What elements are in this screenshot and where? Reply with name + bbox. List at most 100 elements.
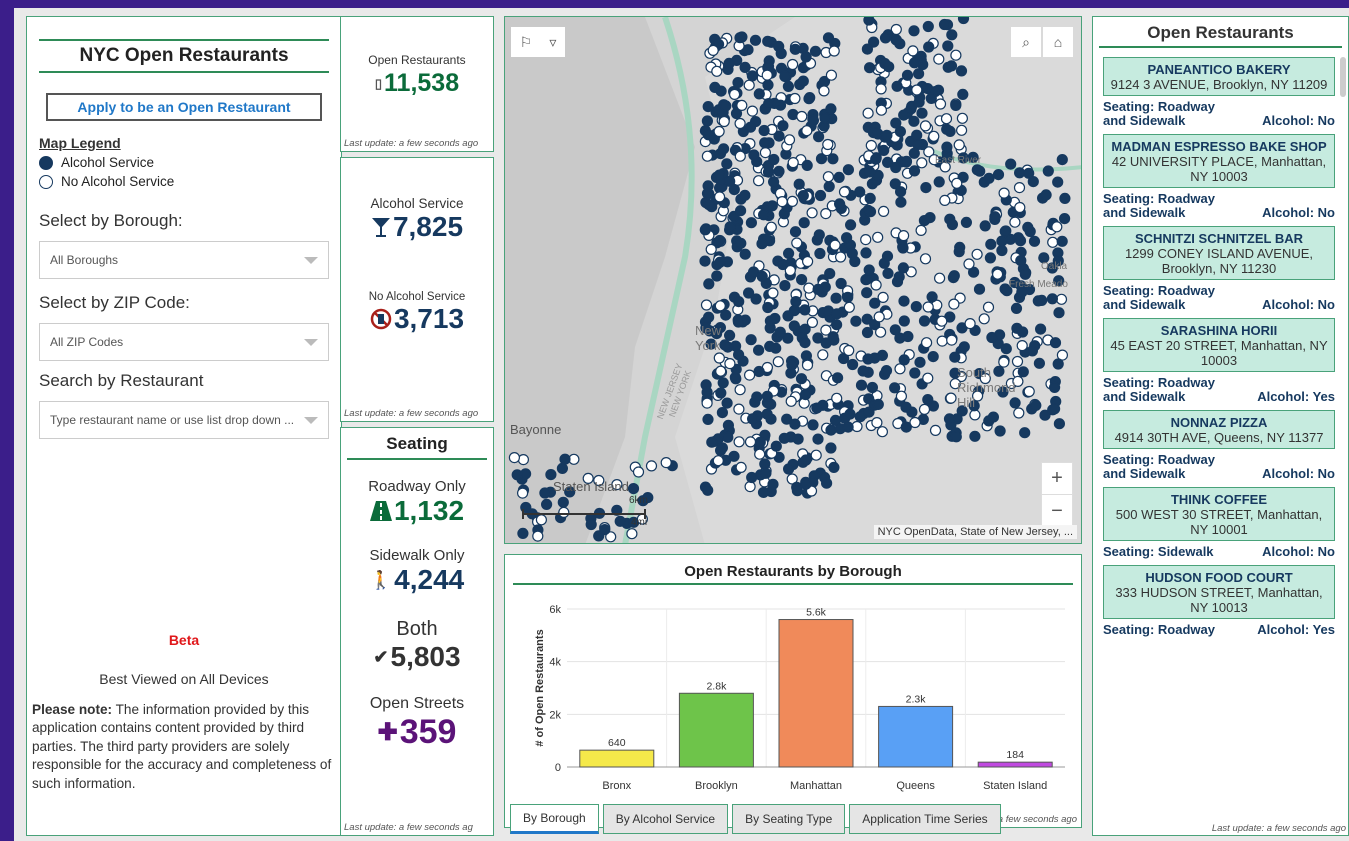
alcohol-marker[interactable] [908,147,920,159]
no-alcohol-marker[interactable] [753,175,765,187]
alcohol-marker[interactable] [750,293,762,305]
alcohol-marker[interactable] [1048,381,1061,393]
no-alcohol-marker[interactable] [829,239,841,251]
no-alcohol-marker[interactable] [873,311,885,323]
list-item[interactable]: SCHNITZI SCHNITZEL BAR 1299 CONEY ISLAND … [1103,226,1335,318]
alcohol-marker[interactable] [721,397,733,409]
no-alcohol-marker[interactable] [838,186,851,198]
no-alcohol-marker[interactable] [919,120,932,132]
alcohol-marker[interactable] [1046,293,1059,305]
no-alcohol-marker[interactable] [767,287,779,299]
alcohol-marker[interactable] [895,196,907,208]
alcohol-marker[interactable] [933,176,945,188]
map-view[interactable]: Bayonne Staten Island East River Fresh M… [504,16,1082,544]
no-alcohol-marker[interactable] [928,130,940,142]
alcohol-marker[interactable] [779,70,791,83]
alcohol-marker[interactable] [800,478,812,490]
no-alcohol-marker[interactable] [714,300,726,312]
map-canvas[interactable] [505,17,1082,544]
alcohol-marker[interactable] [1013,167,1026,179]
no-alcohol-marker[interactable] [736,99,748,112]
alcohol-marker[interactable] [807,419,819,431]
alcohol-marker[interactable] [914,356,926,368]
no-alcohol-marker[interactable] [761,69,773,81]
alcohol-marker[interactable] [1053,418,1066,430]
alcohol-marker[interactable] [782,80,794,93]
alcohol-marker[interactable] [878,144,890,156]
alcohol-marker[interactable] [1005,158,1017,170]
alcohol-marker[interactable] [957,88,969,101]
alcohol-marker[interactable] [890,34,902,46]
no-alcohol-marker[interactable] [982,301,995,313]
alcohol-marker[interactable] [941,141,953,153]
alcohol-marker[interactable] [760,467,772,479]
alcohol-marker[interactable] [999,225,1011,237]
no-alcohol-marker[interactable] [724,358,736,370]
alcohol-marker[interactable] [900,401,912,413]
alcohol-marker[interactable] [745,334,757,346]
no-alcohol-marker[interactable] [825,69,837,81]
alcohol-marker[interactable] [786,359,798,371]
alcohol-marker[interactable] [746,471,758,484]
no-alcohol-marker[interactable] [919,253,932,265]
alcohol-marker[interactable] [720,309,732,321]
no-alcohol-marker[interactable] [801,359,814,371]
no-alcohol-marker[interactable] [922,301,934,313]
no-alcohol-marker[interactable] [713,125,725,138]
alcohol-marker[interactable] [883,61,895,73]
no-alcohol-marker[interactable] [733,403,745,415]
alcohol-marker[interactable] [783,463,795,475]
alcohol-marker[interactable] [733,296,745,308]
alcohol-marker[interactable] [864,206,877,218]
alcohol-marker[interactable] [762,35,774,47]
no-alcohol-marker[interactable] [718,115,730,128]
alcohol-marker[interactable] [880,365,893,377]
alcohol-marker[interactable] [900,156,912,168]
no-alcohol-marker[interactable] [956,112,968,124]
alcohol-marker[interactable] [897,262,909,274]
no-alcohol-marker[interactable] [517,454,529,466]
no-alcohol-marker[interactable] [872,231,884,243]
alcohol-marker[interactable] [908,165,921,177]
alcohol-marker[interactable] [711,270,723,282]
apply-button[interactable]: Apply to be an Open Restaurant [46,93,322,121]
alcohol-marker[interactable] [790,296,802,308]
alcohol-marker[interactable] [946,29,958,41]
alcohol-marker[interactable] [828,461,840,473]
home-button[interactable]: ⌂ [1043,27,1073,57]
alcohol-marker[interactable] [703,199,715,211]
no-alcohol-marker[interactable] [734,117,746,130]
alcohol-marker[interactable] [800,454,812,466]
alcohol-marker[interactable] [753,365,765,378]
no-alcohol-marker[interactable] [822,171,834,183]
alcohol-marker[interactable] [881,129,893,141]
restaurant-search-input[interactable]: Type restaurant name or use list drop do… [39,401,329,439]
zip-select[interactable]: All ZIP Codes [39,323,329,361]
no-alcohol-marker[interactable] [953,139,965,151]
no-alcohol-marker[interactable] [936,335,948,347]
alcohol-marker[interactable] [517,527,529,540]
alcohol-marker[interactable] [812,283,824,295]
alcohol-marker[interactable] [768,153,780,166]
alcohol-marker[interactable] [783,247,795,259]
alcohol-marker[interactable] [811,402,823,414]
alcohol-marker[interactable] [863,264,875,276]
tab-application-time-series[interactable]: Application Time Series [849,804,1001,834]
no-alcohol-marker[interactable] [870,279,882,291]
alcohol-marker[interactable] [734,32,746,44]
alcohol-marker[interactable] [753,88,765,100]
alcohol-marker[interactable] [1056,154,1068,166]
no-alcohol-marker[interactable] [875,83,887,95]
alcohol-marker[interactable] [881,250,894,262]
alcohol-marker[interactable] [1026,345,1039,357]
no-alcohol-marker[interactable] [934,272,946,284]
list-item[interactable]: PANEANTICO BAKERY 9124 3 AVENUE, Brooklyn… [1103,57,1335,134]
alcohol-marker[interactable] [941,123,953,135]
no-alcohol-marker[interactable] [1051,221,1063,233]
list-item[interactable]: THINK COFFEE 500 WEST 30 STREET, Manhatta… [1103,487,1335,565]
no-alcohol-marker[interactable] [963,258,975,270]
alcohol-marker[interactable] [864,62,876,74]
alcohol-marker[interactable] [747,413,759,425]
alcohol-marker[interactable] [994,425,1006,437]
alcohol-marker[interactable] [913,96,925,108]
